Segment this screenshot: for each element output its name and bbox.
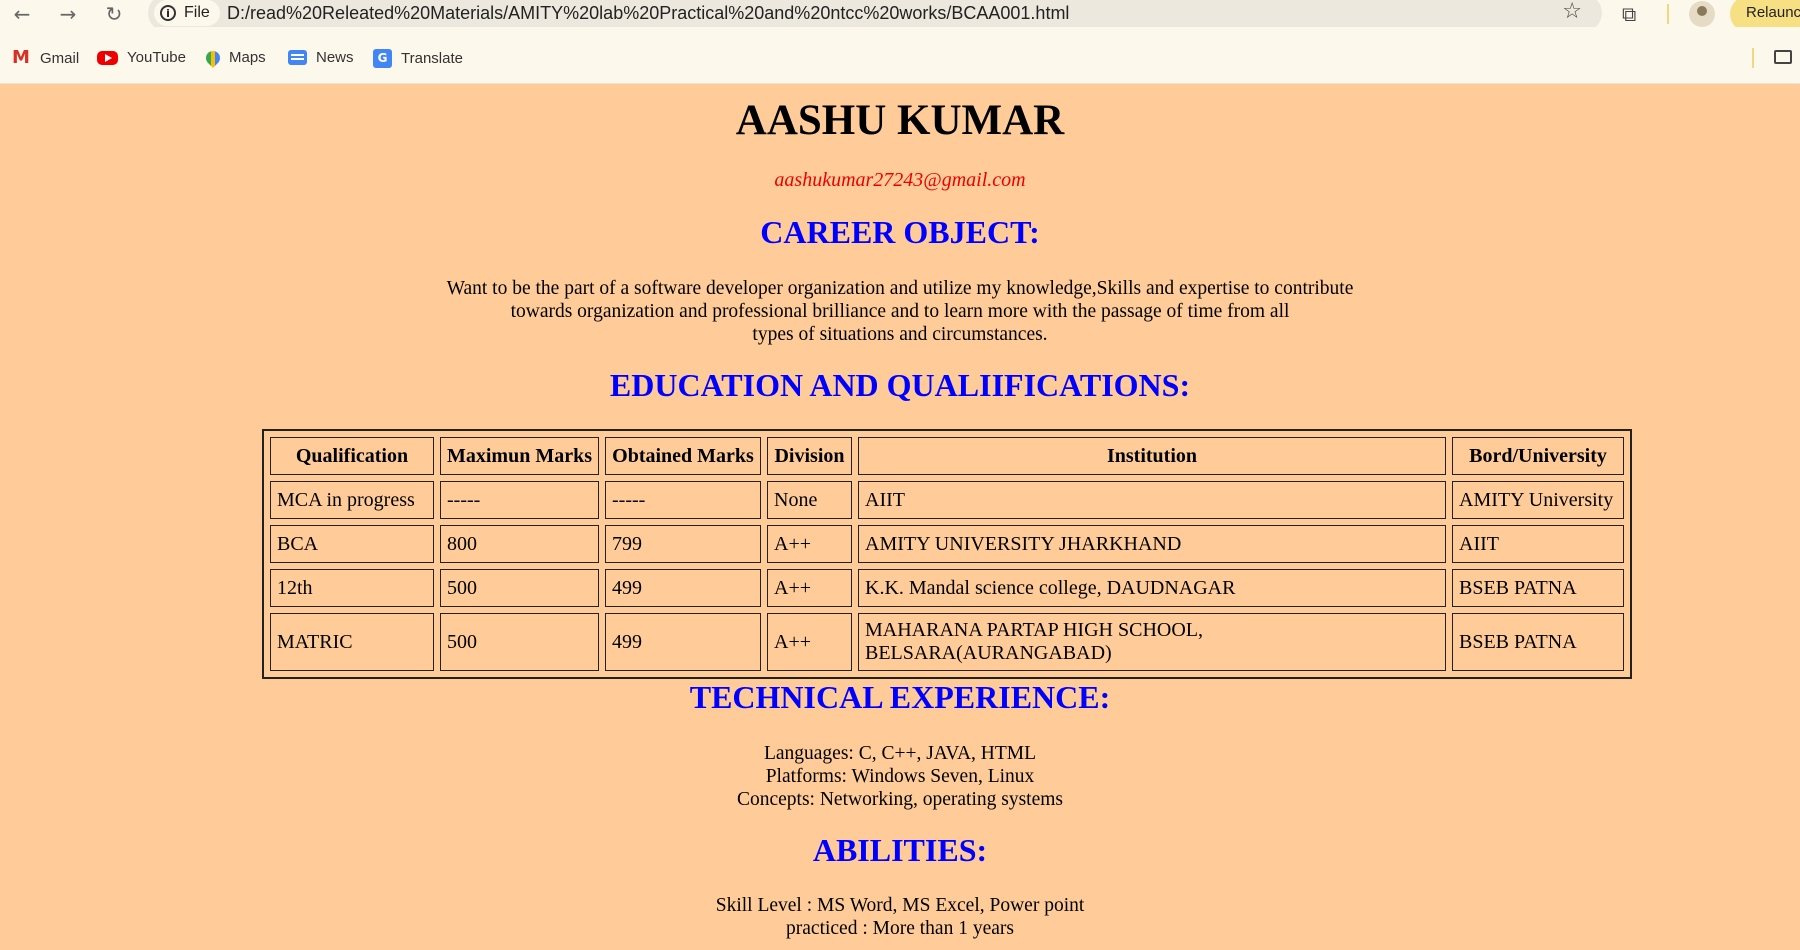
column-header: Obtained Marks [605, 437, 761, 475]
table-cell: A++ [767, 613, 852, 671]
table-row: 12th 500 499 A++ K.K. Mandal science col… [270, 569, 1624, 607]
table-cell: 499 [605, 613, 761, 671]
table-cell: 500 [440, 569, 599, 607]
translate-icon: G [373, 49, 392, 68]
table-cell: A++ [767, 525, 852, 563]
bookmark-news[interactable]: News [288, 49, 354, 66]
technical-paragraph: Languages: C, C++, JAVA, HTML Platforms:… [0, 742, 1800, 811]
abilities-line: practiced : More than 1 years [786, 918, 1014, 939]
bookmark-maps[interactable]: Maps [203, 47, 266, 68]
education-table: Qualification Maximun Marks Obtained Mar… [262, 429, 1632, 679]
site-info-chip[interactable]: i File [154, 0, 220, 26]
folder-icon[interactable] [1774, 50, 1792, 64]
table-cell: MATRIC [270, 613, 434, 671]
table-cell: None [767, 481, 852, 519]
column-header: Qualification [270, 437, 434, 475]
bookmarks-bar [0, 27, 1800, 84]
table-row: MATRIC 500 499 A++ MAHARANA PARTAP HIGH … [270, 613, 1624, 671]
table-cell: AMITY University [1452, 481, 1624, 519]
bookmark-translate[interactable]: G Translate [373, 49, 463, 68]
table-row: MCA in progress ----- ----- None AIIT AM… [270, 481, 1624, 519]
table-cell: AIIT [1452, 525, 1624, 563]
table-cell: A++ [767, 569, 852, 607]
bookmark-youtube[interactable]: YouTube [97, 49, 186, 66]
technical-line: Languages: C, C++, JAVA, HTML [763, 743, 1037, 764]
table-row: BCA 800 799 A++ AMITY UNIVERSITY JHARKHA… [270, 525, 1624, 563]
table-cell: MCA in progress [270, 481, 434, 519]
bookmark-label: Gmail [40, 50, 80, 67]
email-text: aashukumar27243@gmail.com [774, 169, 1026, 191]
column-header: Bord/University [1452, 437, 1624, 475]
technical-line: Concepts: Networking, operating systems [736, 789, 1064, 810]
technical-line: Platforms: Windows Seven, Linux [765, 766, 1035, 787]
column-header: Maximun Marks [440, 437, 599, 475]
table-cell: 499 [605, 569, 761, 607]
table-cell: 12th [270, 569, 434, 607]
column-header: Division [767, 437, 852, 475]
column-header: Institution [858, 437, 1446, 475]
career-line: Want to be the part of a software develo… [446, 278, 1354, 299]
career-line: types of situations and circumstances. [752, 324, 1048, 345]
forward-arrow-icon[interactable]: → [56, 2, 80, 26]
table-cell: 500 [440, 613, 599, 671]
table-cell: MAHARANA PARTAP HIGH SCHOOL, BELSARA(AUR… [858, 613, 1446, 671]
toolbar-divider [1667, 4, 1669, 24]
table-cell: 800 [440, 525, 599, 563]
bookmark-label: News [316, 49, 354, 66]
education-heading: EDUCATION AND QUALIIFICATIONS: [609, 367, 1191, 403]
youtube-icon [97, 50, 118, 65]
profile-avatar[interactable] [1689, 1, 1715, 27]
table-cell: BSEB PATNA [1452, 613, 1624, 671]
bookmark-label: Maps [229, 49, 266, 66]
gmail-icon [12, 47, 31, 68]
bookmark-label: Translate [401, 50, 463, 67]
career-line: towards organization and professional br… [510, 301, 1290, 322]
table-cell: AIIT [858, 481, 1446, 519]
abilities-line: Skill Level : MS Word, MS Excel, Power p… [715, 895, 1085, 916]
career-paragraph: Want to be the part of a software develo… [0, 277, 1800, 346]
bookmark-star-icon[interactable]: ☆ [1562, 0, 1582, 24]
browser-toolbar: ← → ↻ i File D:/read%20Releated%20Materi… [0, 0, 1800, 32]
bookmarks-divider [1752, 48, 1754, 68]
technical-heading: TECHNICAL EXPERIENCE: [689, 679, 1111, 715]
table-cell: AMITY UNIVERSITY JHARKHAND [858, 525, 1446, 563]
career-heading: CAREER OBJECT: [760, 214, 1040, 250]
table-cell: K.K. Mandal science college, DAUDNAGAR [858, 569, 1446, 607]
bookmark-gmail[interactable]: Gmail [12, 47, 80, 68]
news-icon [288, 50, 307, 65]
table-cell: 799 [605, 525, 761, 563]
table-cell: ----- [440, 481, 599, 519]
table-cell: ----- [605, 481, 761, 519]
bookmark-label: YouTube [127, 49, 186, 66]
abilities-heading: ABILITIES: [812, 832, 988, 868]
url-text[interactable]: D:/read%20Releated%20Materials/AMITY%20l… [227, 3, 1069, 24]
back-arrow-icon[interactable]: ← [10, 2, 34, 26]
table-header-row: Qualification Maximun Marks Obtained Mar… [270, 437, 1624, 475]
table-cell: BSEB PATNA [1452, 569, 1624, 607]
info-icon: i [160, 5, 176, 21]
extensions-icon[interactable]: ⧉ [1622, 2, 1636, 26]
reload-icon[interactable]: ↻ [102, 2, 126, 26]
abilities-paragraph: Skill Level : MS Word, MS Excel, Power p… [0, 894, 1800, 940]
maps-icon [203, 47, 223, 68]
table-cell: BCA [270, 525, 434, 563]
resume-name: AASHU KUMAR [735, 97, 1065, 144]
chip-label: File [184, 4, 210, 21]
